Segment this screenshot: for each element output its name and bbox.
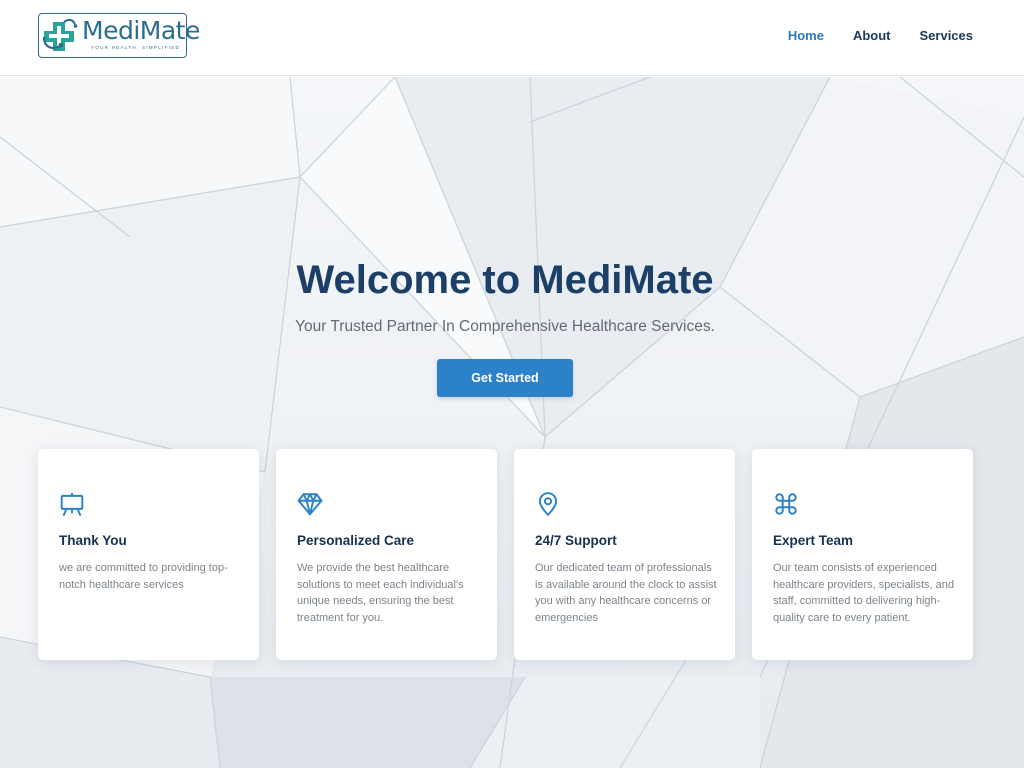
feature-card-support[interactable]: 24/7 Support Our dedicated team of profe…	[514, 449, 735, 660]
medical-cross-icon	[42, 18, 78, 51]
hero-title: Welcome to MediMate	[296, 258, 714, 302]
easel-icon	[60, 492, 84, 516]
feature-text: we are committed to providing top-notch …	[59, 562, 228, 591]
feature-cards: Thank You we are committed to providing …	[38, 449, 973, 660]
feature-text: Our team consists of experienced healthc…	[773, 562, 954, 624]
site-header: MediMate YOUR HEALTH, SIMPLIFIED Home Ab…	[0, 0, 1024, 76]
logo-wordmark: MediMate	[82, 16, 200, 45]
feature-title: Thank You	[59, 533, 127, 548]
medimate-logo[interactable]: MediMate YOUR HEALTH, SIMPLIFIED	[38, 13, 200, 58]
gem-icon	[297, 493, 323, 516]
feature-text: We provide the best healthcare solutions…	[297, 562, 464, 624]
main-nav: Home About Services	[788, 28, 973, 44]
hero-section: Welcome to MediMate Your Trusted Partner…	[0, 77, 1024, 768]
geometric-background	[0, 77, 1024, 768]
feature-title: Personalized Care	[297, 533, 415, 548]
feature-card-expert-team[interactable]: Expert Team Our team consists of experie…	[752, 449, 973, 660]
feature-text: Our dedicated team of professionals is a…	[535, 562, 717, 624]
command-icon	[775, 493, 797, 515]
nav-services[interactable]: Services	[920, 28, 974, 44]
map-pin-icon	[538, 492, 558, 516]
feature-title: 24/7 Support	[535, 533, 617, 548]
hero-subtitle: Your Trusted Partner In Comprehensive He…	[295, 318, 715, 335]
get-started-button[interactable]: Get Started	[437, 359, 573, 397]
logo-tagline: YOUR HEALTH, SIMPLIFIED	[91, 45, 181, 50]
nav-home[interactable]: Home	[788, 28, 824, 44]
nav-about[interactable]: About	[853, 28, 891, 44]
feature-card-thank-you[interactable]: Thank You we are committed to providing …	[38, 449, 259, 660]
feature-title: Expert Team	[773, 533, 854, 548]
feature-card-personalized-care[interactable]: Personalized Care We provide the best he…	[276, 449, 497, 660]
